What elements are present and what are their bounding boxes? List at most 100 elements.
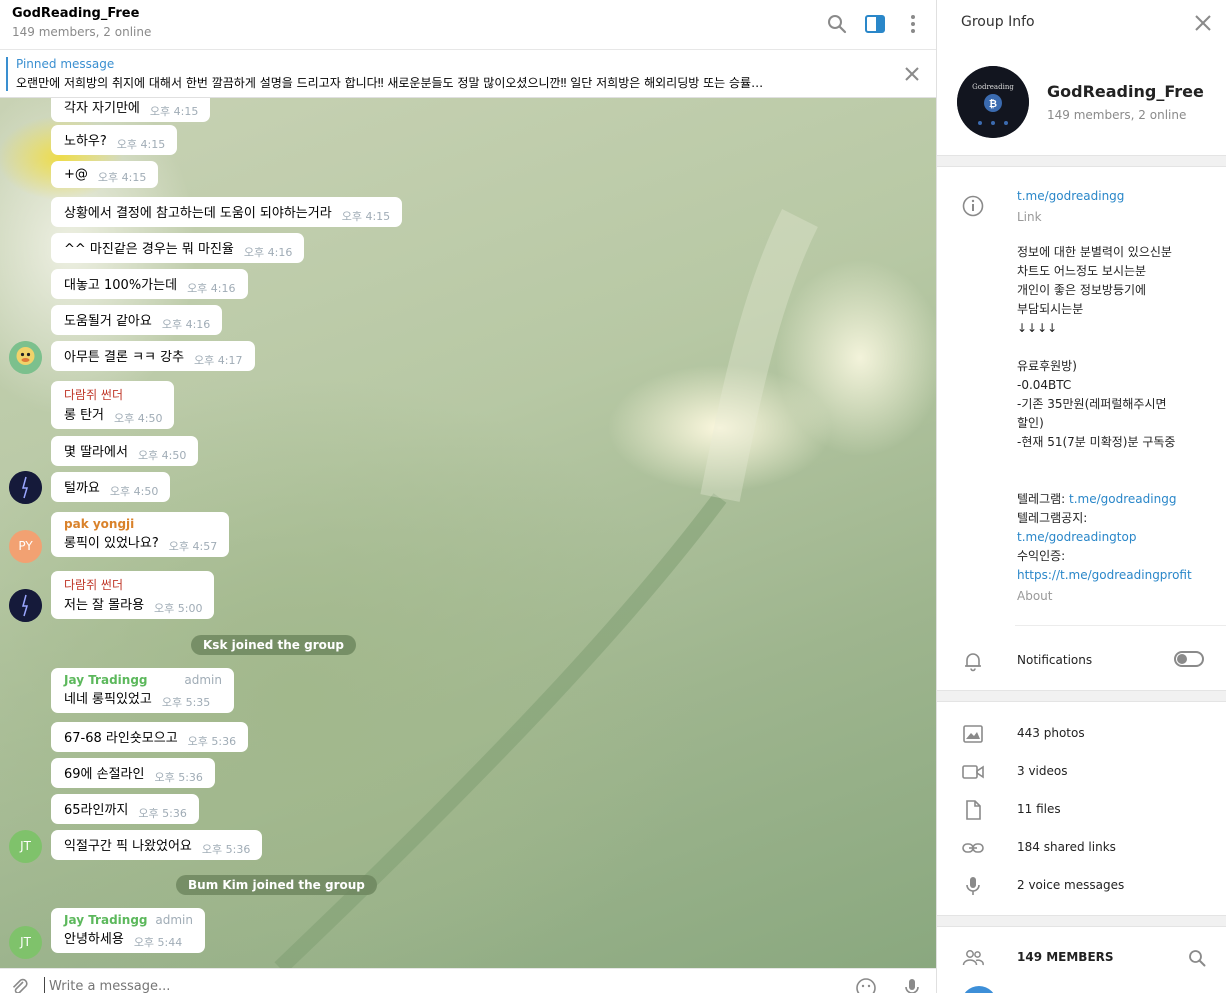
message-time: 오후 5:44	[133, 936, 183, 949]
message-text: 65라인까지	[64, 803, 129, 818]
media-voice-messages[interactable]: 2 voice messages	[1017, 878, 1124, 892]
emoji-icon[interactable]	[855, 977, 877, 993]
more-vertical-icon[interactable]	[900, 11, 926, 37]
about-label: About	[1017, 589, 1053, 603]
service-message: Bum Kim joined the group	[176, 875, 377, 895]
close-icon[interactable]	[902, 64, 922, 84]
search-icon[interactable]	[1187, 948, 1207, 968]
message-bubble[interactable]: Jay Tradingg admin 안녕하세용 오후 5:44	[51, 908, 205, 953]
avatar[interactable]	[9, 471, 42, 504]
description-line: 유료후원방)	[1017, 359, 1077, 373]
message-time: 오후 4:50	[114, 412, 163, 425]
group-info-pane: Group Info Godreading ₿ GodReading_Free …	[936, 0, 1226, 993]
group-info-title: Group Info	[961, 14, 1035, 30]
description-line: 할인)	[1017, 416, 1044, 430]
message-time: 오후 4:17	[194, 354, 243, 367]
message-bubble[interactable]: 각자 자기만에 오후 4:15	[51, 98, 211, 122]
message-text: 도움될거 같아요	[64, 314, 152, 329]
message-bubble[interactable]: 69에 손절라인 오후 5:36	[51, 758, 215, 788]
bell-icon	[961, 649, 985, 673]
message-bubble[interactable]: 67-68 라인숏모으고 오후 5:36	[51, 722, 249, 752]
message-text: 각자 자기만에	[64, 101, 140, 116]
message-time: 오후 4:16	[243, 246, 293, 259]
close-icon[interactable]	[1192, 12, 1214, 34]
profit-link[interactable]: https://t.me/godreadingprofit	[1017, 566, 1217, 585]
message-time: 오후 5:00	[154, 602, 203, 615]
link-icon	[961, 836, 985, 860]
message-bubble[interactable]: 65라인까지 오후 5:36	[51, 794, 199, 824]
media-videos[interactable]: 3 videos	[1017, 764, 1067, 778]
admin-badge: admin	[155, 913, 193, 927]
avatar[interactable]	[961, 986, 997, 993]
message-time: 오후 4:57	[168, 540, 218, 553]
section-separator	[937, 690, 1226, 702]
message-bubble[interactable]: 익절구간 픽 나왔었어요 오후 5:36	[51, 830, 263, 860]
message-time: 오후 5:36	[201, 843, 251, 856]
message-bubble[interactable]: 상황에서 결정에 참고하는데 도움이 되야하는거라 오후 4:15	[51, 197, 403, 227]
members-count: 149 MEMBERS	[1017, 950, 1114, 964]
message-bubble[interactable]: 털까요 오후 4:50	[51, 472, 171, 502]
group-subtitle: 149 members, 2 online	[1047, 108, 1187, 122]
notice-label: 텔레그램공지:	[1017, 511, 1088, 525]
message-input[interactable]	[44, 977, 824, 993]
photo-icon	[961, 722, 985, 746]
message-time: 오후 4:16	[187, 282, 236, 295]
message-bubble[interactable]: ^^ 마진같은 경우는 뭐 마진율 오후 4:16	[51, 233, 305, 263]
message-sender[interactable]: 다람쥐 썬더	[64, 386, 162, 403]
message-text: 몇 딸라에서	[64, 445, 128, 460]
message-bubble[interactable]: 아무튼 결론 ㅋㅋ 강추 오후 4:17	[51, 341, 255, 371]
microphone-icon[interactable]	[902, 977, 922, 993]
description-line	[1017, 452, 1217, 471]
message-text: 아무튼 결론 ㅋㅋ 강추	[64, 350, 185, 365]
group-link[interactable]: t.me/godreadingg	[1017, 189, 1124, 203]
message-bubble[interactable]: 도움될거 같아요 오후 4:16	[51, 305, 223, 335]
notice-link[interactable]: t.me/godreadingtop	[1017, 528, 1217, 547]
message-bubble[interactable]: Jay Tradingg admin 네네 롱픽있었고 오후 5:35	[51, 668, 234, 713]
media-links[interactable]: 184 shared links	[1017, 840, 1116, 854]
message-bubble[interactable]: 노하우? 오후 4:15	[51, 125, 178, 155]
pinned-label: Pinned message	[16, 57, 115, 71]
message-time: 오후 4:15	[149, 105, 199, 118]
description-line: 차트도 어느정도 보시는분	[1017, 264, 1147, 278]
sidebar-toggle-icon[interactable]	[862, 11, 888, 37]
pinned-message-bar[interactable]: Pinned message 오랜만에 저희방의 취지에 대해서 한번 깔끔하게…	[0, 50, 936, 98]
message-text: 안녕하세용	[64, 932, 124, 947]
notifications-toggle[interactable]	[1174, 651, 1204, 667]
message-text: +@	[64, 167, 88, 182]
avatar[interactable]	[9, 341, 42, 374]
media-files[interactable]: 11 files	[1017, 802, 1061, 816]
message-bubble[interactable]: 몇 딸라에서 오후 4:50	[51, 436, 199, 466]
message-sender[interactable]: 다람쥐 썬더	[64, 576, 202, 593]
message-bubble[interactable]: 다람쥐 썬더 저는 잘 몰라용 오후 5:00	[51, 571, 215, 619]
group-avatar-brand: Godreading	[972, 83, 1014, 91]
message-bubble[interactable]: 대놓고 100%가는데 오후 4:16	[51, 269, 248, 299]
message-time: 오후 4:15	[341, 210, 391, 223]
message-bubble[interactable]: 다람쥐 썬더 롱 탄거 오후 4:50	[51, 381, 175, 429]
attach-icon[interactable]	[8, 976, 30, 993]
description-line: -0.04BTC	[1017, 378, 1072, 392]
avatar[interactable]: PY	[9, 530, 42, 563]
avatar[interactable]	[9, 589, 42, 622]
message-bubble[interactable]: pak yongji 롱픽이 있었나요? 오후 4:57	[51, 512, 230, 557]
media-photos[interactable]: 443 photos	[1017, 726, 1085, 740]
avatar[interactable]: JT	[9, 830, 42, 863]
chat-pane: GodReading_Free 149 members, 2 online Pi…	[0, 0, 936, 993]
message-time: 오후 4:15	[116, 138, 166, 151]
description-line: -현재 51(7분 미확정)분 구독중	[1017, 435, 1176, 449]
message-text: 익절구간 픽 나왔었어요	[64, 839, 192, 854]
telegram-link[interactable]: t.me/godreadingg	[1069, 492, 1176, 506]
chat-header: GodReading_Free 149 members, 2 online	[0, 0, 936, 50]
message-text: 노하우?	[64, 134, 107, 149]
avatar[interactable]: JT	[9, 926, 42, 959]
message-time: 오후 5:36	[187, 735, 237, 748]
description-line	[1017, 471, 1217, 490]
info-icon	[961, 194, 985, 218]
chat-title[interactable]: GodReading_Free	[12, 6, 139, 21]
microphone-icon	[961, 874, 985, 898]
message-bubble[interactable]: +@ 오후 4:15	[51, 161, 159, 188]
search-icon[interactable]	[824, 11, 850, 37]
group-avatar[interactable]: Godreading ₿	[957, 66, 1029, 138]
description-line: 부담되시는분	[1017, 302, 1084, 316]
message-sender[interactable]: pak yongji	[64, 517, 217, 531]
profit-label: 수익인증:	[1017, 549, 1066, 563]
